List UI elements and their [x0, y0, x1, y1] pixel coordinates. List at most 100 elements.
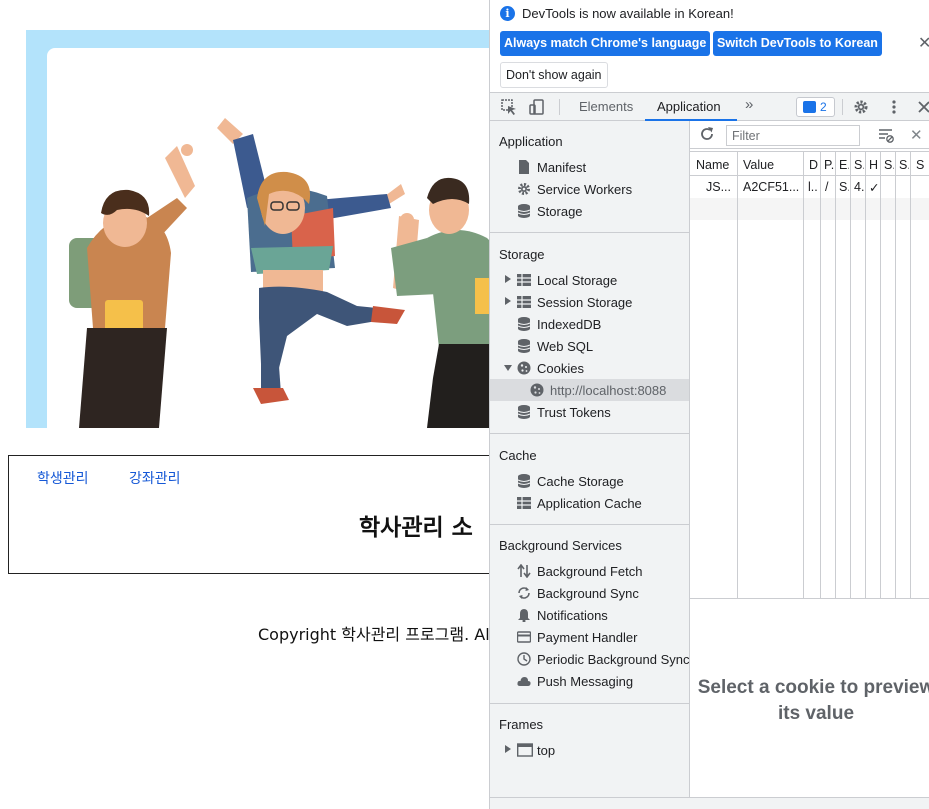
column-header-secure[interactable]: S.	[884, 158, 894, 172]
column-header-samesite-2[interactable]: S	[916, 158, 928, 172]
cookies-toolbar: ✕	[690, 121, 929, 149]
sidebar-item-web-sql[interactable]: Web SQL	[490, 335, 689, 357]
cookies-view: ✕ Name Value D P. E. S. H S. S. S JS...	[690, 121, 929, 809]
nav-link-student-management[interactable]: 학생관리	[37, 468, 89, 488]
sidebar-item-periodic-background-sync[interactable]: Periodic Background Sync	[490, 648, 689, 670]
sidebar-item-service-workers[interactable]: Service Workers	[490, 178, 689, 200]
tab-application[interactable]: Application	[657, 99, 721, 114]
issues-chat-icon	[803, 101, 816, 113]
window-frame-icon	[517, 743, 533, 757]
close-devtools-icon[interactable]	[916, 99, 929, 115]
database-icon	[517, 204, 531, 218]
database-icon	[517, 339, 531, 353]
database-icon	[517, 405, 531, 419]
info-icon: i	[500, 6, 515, 21]
kebab-menu-icon[interactable]	[886, 99, 902, 115]
gear-icon[interactable]	[853, 99, 869, 115]
column-header-size[interactable]: S.	[854, 158, 864, 172]
cloud-icon	[517, 677, 531, 686]
column-header-expires[interactable]: E.	[839, 158, 849, 172]
issues-button[interactable]: 2	[796, 97, 835, 117]
sidebar-item-storage[interactable]: Storage	[490, 200, 689, 222]
cookie-preview-pane: Select a cookie to preview its value	[690, 598, 929, 809]
cookie-size-cell[interactable]: 4.	[854, 180, 864, 194]
sidebar-item-frame-top[interactable]: top	[490, 739, 689, 761]
expand-arrow-icon[interactable]	[505, 745, 511, 753]
sidebar-item-payment-handler[interactable]: Payment Handler	[490, 626, 689, 648]
section-background-services-title: Background Services	[499, 538, 622, 553]
hero-image	[47, 48, 490, 428]
nav-section: 학생관리 강좌관리 학사관리 소	[8, 455, 490, 574]
expand-arrow-icon[interactable]	[505, 275, 511, 283]
close-icon[interactable]: ✕	[918, 33, 929, 53]
sidebar-item-session-storage[interactable]: Session Storage	[490, 291, 689, 313]
cookie-icon	[530, 383, 544, 397]
sidebar-item-manifest[interactable]: Manifest	[490, 156, 689, 178]
delete-all-cookies-icon[interactable]: ✕	[910, 126, 923, 144]
grid-table-icon	[517, 296, 531, 308]
section-application-title: Application	[499, 134, 563, 149]
sidebar-item-local-storage[interactable]: Local Storage	[490, 269, 689, 291]
credit-card-icon	[517, 631, 531, 643]
always-match-language-button[interactable]: Always match Chrome's language	[500, 31, 711, 56]
column-header-domain[interactable]: D	[809, 158, 819, 172]
language-infobar: i DevTools is now available in Korean! A…	[490, 0, 929, 92]
inspect-element-icon[interactable]	[501, 99, 517, 115]
device-toolbar-icon[interactable]	[529, 99, 545, 115]
cookie-httponly-cell[interactable]: ✓	[869, 180, 880, 195]
document-icon	[519, 160, 529, 174]
more-tabs-chevron-icon[interactable]: »	[745, 96, 753, 113]
page-title: 학사관리 소	[359, 515, 473, 541]
sidebar-item-push-messaging[interactable]: Push Messaging	[490, 670, 689, 692]
cookie-name-cell[interactable]: JS...	[706, 180, 736, 194]
database-icon	[517, 317, 531, 331]
collapse-arrow-icon[interactable]	[504, 365, 512, 371]
grid-table-icon	[517, 274, 531, 286]
gear-icon	[518, 183, 530, 195]
sidebar-item-cookie-origin[interactable]: http://localhost:8088	[490, 379, 689, 401]
cookie-value-cell[interactable]: A2CF51...	[743, 180, 801, 194]
infobar-message: DevTools is now available in Korean!	[522, 6, 734, 21]
table-row-empty	[690, 198, 929, 220]
cookie-domain-cell[interactable]: l..	[808, 180, 819, 194]
sidebar-item-cache-storage[interactable]: Cache Storage	[490, 470, 689, 492]
drawer-toolbar	[490, 797, 929, 809]
sidebar-item-trust-tokens[interactable]: Trust Tokens	[490, 401, 689, 423]
section-frames-title: Frames	[499, 717, 544, 732]
sidebar-item-indexeddb[interactable]: IndexedDB	[490, 313, 689, 335]
switch-to-korean-button[interactable]: Switch DevTools to Korean	[713, 31, 882, 56]
devtools-tabbar: Elements Application » 2	[490, 92, 929, 121]
sidebar-item-cookies[interactable]: Cookies	[490, 357, 689, 379]
sidebar-item-notifications[interactable]: Notifications	[490, 604, 689, 626]
cookie-expires-cell[interactable]: S.	[839, 180, 849, 194]
expand-arrow-icon[interactable]	[505, 297, 511, 305]
column-header-samesite[interactable]: S.	[899, 158, 909, 172]
student-right-figure	[391, 177, 490, 428]
column-header-value[interactable]: Value	[743, 158, 801, 172]
cookie-icon	[517, 361, 531, 375]
footer-copyright: Copyright 학사관리 프로그램. Al	[258, 625, 490, 644]
sidebar-item-application-cache[interactable]: Application Cache	[490, 492, 689, 514]
up-down-arrows-icon	[517, 564, 531, 578]
preview-placeholder-message: Select a cookie to preview its value	[697, 677, 929, 724]
cookie-path-cell[interactable]: /	[825, 180, 835, 194]
refresh-icon[interactable]	[699, 126, 715, 142]
filter-input[interactable]	[726, 125, 860, 146]
issues-count: 2	[820, 100, 827, 114]
student-middle-figure	[217, 118, 405, 404]
section-cache-title: Cache	[499, 448, 537, 463]
clear-filtered-cookies-icon[interactable]	[878, 127, 894, 143]
application-sidebar: Application Manifest Service Workers Sto…	[490, 121, 690, 809]
tab-elements[interactable]: Elements	[579, 99, 633, 114]
web-page: 학생관리 강좌관리 학사관리 소 Copyright 학사관리 프로그램. Al	[0, 0, 490, 809]
sidebar-item-background-fetch[interactable]: Background Fetch	[490, 560, 689, 582]
dont-show-again-button[interactable]: Don't show again	[500, 62, 608, 88]
column-header-path[interactable]: P.	[824, 158, 834, 172]
sidebar-item-background-sync[interactable]: Background Sync	[490, 582, 689, 604]
sync-icon	[518, 587, 530, 599]
clock-icon	[517, 652, 531, 666]
column-header-httponly[interactable]: H	[869, 158, 880, 172]
column-header-name[interactable]: Name	[696, 158, 736, 172]
nav-link-course-management[interactable]: 강좌관리	[129, 468, 181, 488]
cookies-table: Name Value D P. E. S. H S. S. S JS... A2…	[690, 151, 929, 599]
